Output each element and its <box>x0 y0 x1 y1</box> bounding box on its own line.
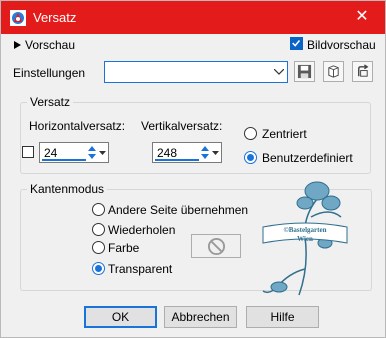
checkmark-icon <box>292 40 301 47</box>
edge-mode-group-title: Kantenmodus <box>27 182 108 196</box>
radio-color[interactable] <box>92 241 105 254</box>
radio-transparent-label[interactable]: Transparent <box>108 262 172 276</box>
radio-repeat-label[interactable]: Wiederholen <box>108 223 175 237</box>
offset-group-title: Versatz <box>27 95 74 109</box>
spin-arrows-icon[interactable] <box>87 144 97 161</box>
reset-icon <box>358 64 369 77</box>
app-icon <box>10 10 26 26</box>
radio-custom-label[interactable]: Benutzerdefiniert <box>262 151 353 165</box>
horizontal-offset-label: Horizontalversatz: <box>29 119 126 133</box>
radio-wrap[interactable] <box>92 203 105 216</box>
help-button[interactable]: Hilfe <box>246 306 319 328</box>
bildvorschau-checkbox[interactable] <box>290 37 303 50</box>
watermark-logo: ©Bastelgarten Wien <box>262 181 348 296</box>
watermark-line1: ©Bastelgarten <box>284 226 327 234</box>
vertical-offset-spinner[interactable]: 248 <box>152 142 222 163</box>
dropdown-arrow-icon[interactable] <box>211 144 220 161</box>
settings-combo[interactable] <box>104 61 288 83</box>
radio-repeat[interactable] <box>92 223 105 236</box>
radio-transparent[interactable] <box>92 262 105 275</box>
dialog-window: Versatz ✕ Vorschau Bildvorschau Einstell… <box>0 0 386 338</box>
chevron-down-icon <box>274 69 284 75</box>
settings-label: Einstellungen <box>13 66 86 80</box>
spin-arrows-icon[interactable] <box>200 144 210 161</box>
dropdown-arrow-icon[interactable] <box>98 144 107 161</box>
save-icon <box>297 64 312 79</box>
close-button[interactable]: ✕ <box>339 1 385 33</box>
radio-centered[interactable] <box>244 127 257 140</box>
vertical-offset-value: 248 <box>157 146 178 160</box>
radio-wrap-label[interactable]: Andere Seite übernehmen <box>108 203 248 217</box>
no-color-icon <box>207 237 226 256</box>
delete-preset-button[interactable] <box>323 61 344 82</box>
radio-custom[interactable] <box>244 151 257 164</box>
ok-button[interactable]: OK <box>84 306 157 328</box>
cancel-button[interactable]: Abbrechen <box>164 306 237 328</box>
focus-underline <box>42 159 86 161</box>
radio-color-label[interactable]: Farbe <box>108 241 139 255</box>
window-title: Versatz <box>33 10 77 25</box>
focus-underline <box>155 159 199 161</box>
color-swatch[interactable] <box>191 234 241 258</box>
delete-icon <box>328 65 339 78</box>
link-offsets-checkbox[interactable] <box>22 146 34 158</box>
radio-centered-label[interactable]: Zentriert <box>262 127 307 141</box>
horizontal-offset-value: 24 <box>44 146 58 160</box>
bildvorschau-label[interactable]: Bildvorschau <box>307 38 376 52</box>
reset-preset-button[interactable] <box>352 61 373 82</box>
expand-arrow-icon[interactable] <box>14 41 21 49</box>
close-icon: ✕ <box>355 8 369 25</box>
horizontal-offset-spinner[interactable]: 24 <box>39 142 109 163</box>
preview-toggle-label[interactable]: Vorschau <box>25 38 75 52</box>
watermark-line2: Wien <box>297 235 313 243</box>
vertical-offset-label: Vertikalversatz: <box>141 119 223 133</box>
title-bar[interactable]: Versatz ✕ <box>1 1 385 34</box>
save-preset-button[interactable] <box>294 61 315 82</box>
